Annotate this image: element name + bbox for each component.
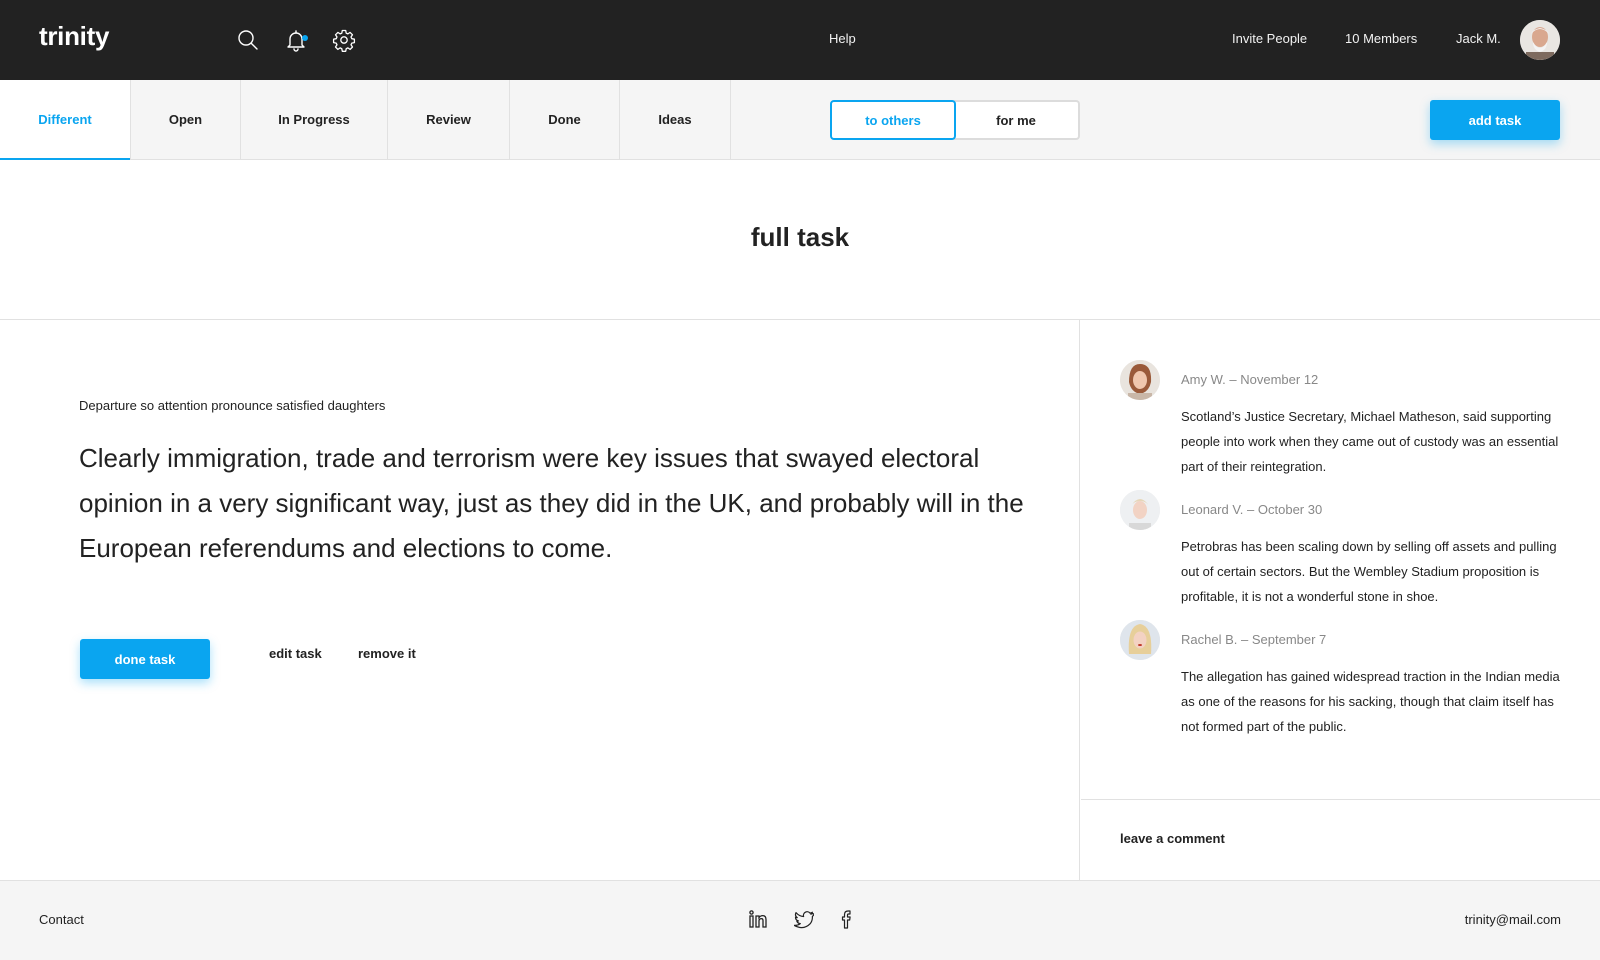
filter-to-others-button[interactable]: to others — [830, 100, 956, 140]
comment-date: October 30 — [1257, 502, 1323, 517]
title-section: full task — [0, 160, 1600, 320]
comment-separator: – — [1225, 372, 1241, 387]
tab-review[interactable]: Review — [388, 80, 510, 159]
task-panel: Departure so attention pronounce satisfi… — [0, 320, 1080, 880]
comment-text: Petrobras has been scaling down by selli… — [1181, 539, 1557, 604]
task-body: Clearly immigration, trade and terrorism… — [79, 443, 1024, 563]
task-subtitle: Departure so attention pronounce satisfi… — [79, 398, 386, 413]
tab-done[interactable]: Done — [510, 80, 620, 159]
remove-task-button[interactable]: remove it — [358, 646, 416, 661]
user-name[interactable]: Jack M. — [1456, 31, 1501, 46]
comment-date: September 7 — [1251, 632, 1327, 647]
comment-author: Amy W. — [1181, 372, 1226, 387]
comment-meta: Rachel B. – September 7 — [1181, 632, 1326, 647]
comment-meta: Amy W. – November 12 — [1181, 372, 1318, 387]
comment-text: Scotland’s Justice Secretary, Michael Ma… — [1181, 409, 1559, 474]
leave-comment-button[interactable]: leave a comment — [1120, 831, 1225, 846]
avatar — [1120, 360, 1160, 400]
notification-dot — [302, 35, 308, 41]
comment-item: Rachel B. – September 7 The allegation h… — [1120, 620, 1580, 750]
members-link[interactable]: 10 Members — [1345, 31, 1417, 46]
comment-meta: Leonard V. – October 30 — [1181, 502, 1322, 517]
footer: Contact trinity@mail.com — [0, 880, 1600, 960]
comment-item: Amy W. – November 12 Scotland’s Justice … — [1120, 360, 1580, 480]
add-task-button[interactable]: add task — [1430, 100, 1560, 140]
comment-separator: – — [1243, 502, 1258, 517]
top-bar: trinity Help Invite People 10 Members Ja… — [0, 0, 1600, 80]
avatar — [1120, 620, 1160, 660]
facebook-icon[interactable] — [836, 909, 856, 929]
tab-different[interactable]: Different — [0, 80, 131, 160]
avatar — [1120, 490, 1160, 530]
user-avatar[interactable] — [1520, 20, 1560, 60]
comment-author: Leonard V. — [1181, 502, 1244, 517]
tab-ideas[interactable]: Ideas — [620, 80, 731, 159]
comment-text: The allegation has gained widespread tra… — [1181, 669, 1560, 734]
search-icon[interactable] — [236, 28, 260, 52]
tab-in-progress[interactable]: In Progress — [241, 80, 388, 159]
bell-icon[interactable] — [284, 28, 308, 52]
email-link[interactable]: trinity@mail.com — [1465, 912, 1561, 927]
tab-open[interactable]: Open — [131, 80, 241, 159]
edit-task-button[interactable]: edit task — [269, 646, 322, 661]
comment-date: November 12 — [1240, 372, 1319, 387]
linkedin-icon[interactable] — [748, 909, 768, 929]
comments-panel: Amy W. – November 12 Scotland’s Justice … — [1081, 320, 1600, 800]
comment-author: Rachel B. — [1181, 632, 1238, 647]
contact-link[interactable]: Contact — [39, 912, 84, 927]
twitter-icon[interactable] — [794, 909, 814, 929]
tab-bar: Different Open In Progress Review Done I… — [0, 80, 1600, 160]
page-title: full task — [750, 222, 850, 252]
invite-people-link[interactable]: Invite People — [1232, 31, 1307, 46]
filter-for-me-button[interactable]: for me — [954, 100, 1080, 140]
app-logo[interactable]: trinity — [39, 21, 109, 52]
help-link[interactable]: Help — [829, 31, 856, 46]
gear-icon[interactable] — [332, 28, 356, 52]
done-task-button[interactable]: done task — [80, 639, 210, 679]
comment-separator: – — [1237, 632, 1252, 647]
comment-item: Leonard V. – October 30 Petrobras has be… — [1120, 490, 1580, 610]
